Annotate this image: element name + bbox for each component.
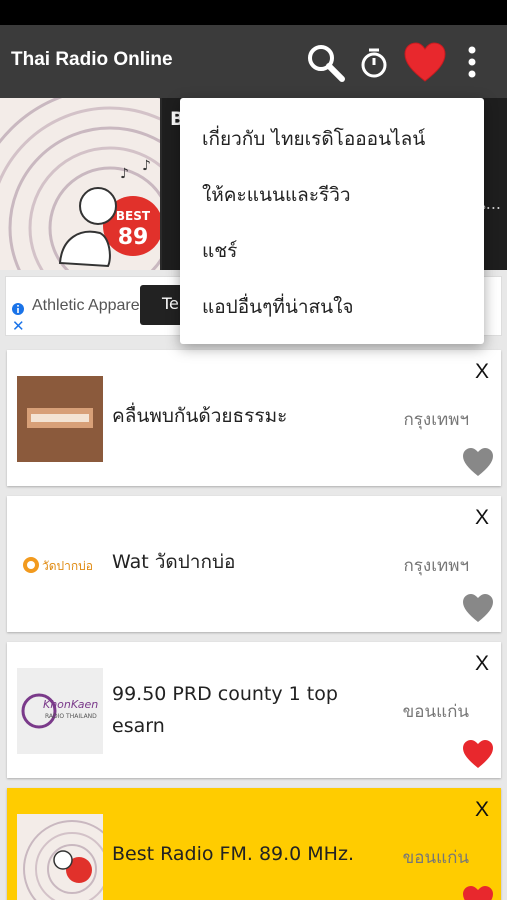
remove-station-button[interactable]: X — [475, 798, 489, 822]
menu-item-share[interactable]: แชร์ — [202, 236, 237, 266]
station-city: กรุงเทพฯ — [403, 410, 470, 430]
station-name: 99.50 PRD county 1 top esarn — [112, 683, 338, 737]
station-city: กรุงเทพฯ — [403, 556, 470, 576]
station-name: คลื่นพบกันด้วยธรรมะ — [112, 405, 288, 427]
svg-text:KhonKaen: KhonKaen — [43, 698, 98, 711]
station-thumbnail — [17, 814, 103, 900]
ad-close-icon[interactable]: ✕ — [12, 317, 25, 335]
station-name: Wat วัดปากบ่อ — [112, 551, 236, 573]
menu-item-other-apps[interactable]: แอปอื่นๆที่น่าสนใจ — [202, 292, 354, 322]
svg-text:89: 89 — [118, 225, 149, 250]
station-card[interactable]: คลื่นพบกันด้วยธรรมะ กรุงเทพฯ X — [7, 350, 501, 486]
remove-station-button[interactable]: X — [475, 652, 489, 676]
search-icon[interactable] — [304, 41, 348, 83]
ad-info-icon[interactable] — [11, 302, 25, 316]
station-thumbnail: วัดปากบ่อ — [17, 522, 103, 608]
status-bar — [0, 0, 507, 25]
favorite-heart-icon[interactable] — [461, 738, 495, 770]
svg-text:วัดปากบ่อ: วัดปากบ่อ — [42, 559, 93, 573]
station-card[interactable]: วัดปากบ่อ Wat วัดปากบ่อ กรุงเทพฯ X — [7, 496, 501, 632]
svg-text:♪: ♪ — [142, 158, 151, 174]
station-city: ขอนแก่น — [402, 848, 469, 868]
favorite-heart-icon[interactable] — [461, 446, 495, 478]
station-name: Best Radio FM. 89.0 MHz. — [112, 843, 354, 865]
ad-text[interactable]: Athletic Appare — [32, 297, 140, 315]
favorite-heart-icon[interactable] — [461, 884, 495, 900]
favorite-heart-icon[interactable] — [461, 592, 495, 624]
overflow-menu: เกี่ยวกับ ไทยเรดิโอออนไลน์ ให้คะแนนและรี… — [180, 98, 484, 344]
station-card-active[interactable]: Best Radio FM. 89.0 MHz. ขอนแก่น X — [7, 788, 501, 900]
remove-station-button[interactable]: X — [475, 506, 489, 530]
svg-text:♪: ♪ — [120, 166, 129, 182]
favorite-heart-icon[interactable] — [402, 41, 448, 83]
app-title: Thai Radio Online — [11, 49, 173, 70]
station-thumbnail — [17, 376, 103, 462]
station-card[interactable]: KhonKaen RADIO THAILAND 99.50 PRD county… — [7, 642, 501, 778]
svg-text:RADIO THAILAND: RADIO THAILAND — [45, 713, 97, 720]
menu-item-about[interactable]: เกี่ยวกับ ไทยเรดิโอออนไลน์ — [202, 124, 425, 154]
remove-station-button[interactable]: X — [475, 360, 489, 384]
app-bar: Thai Radio Online — [0, 25, 507, 98]
menu-item-rate-review[interactable]: ให้คะแนนและรีวิว — [202, 180, 351, 210]
more-vert-icon[interactable] — [456, 41, 488, 83]
timer-icon[interactable] — [356, 41, 392, 83]
station-thumbnail: KhonKaen RADIO THAILAND — [17, 668, 103, 754]
station-logo: BEST 89 ♪ ♪ — [0, 98, 160, 270]
station-city: ขอนแก่น — [402, 702, 469, 722]
svg-text:BEST: BEST — [116, 209, 151, 223]
